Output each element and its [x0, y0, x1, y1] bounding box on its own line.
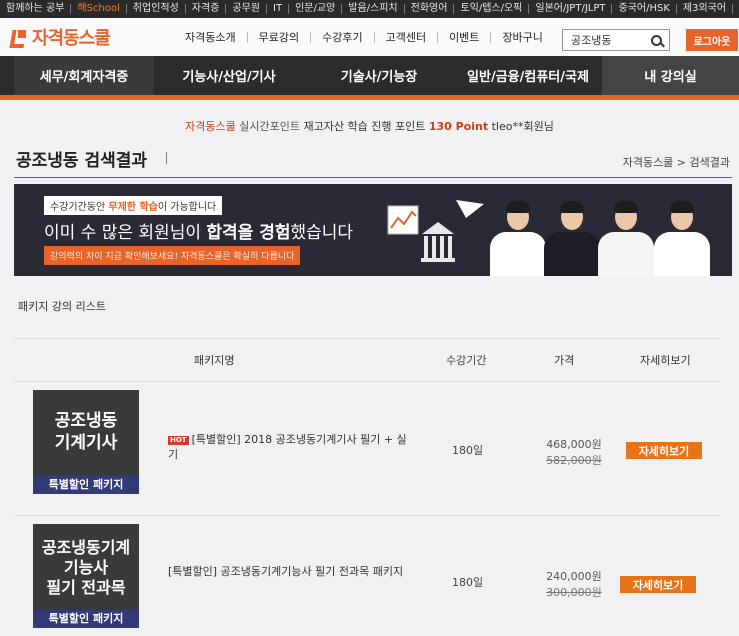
package-name[interactable]: [특별할인] 공조냉동기계기능사 필기 전과목 패키지 — [168, 564, 408, 579]
section-label: 패키지 강의 리스트 — [18, 300, 106, 313]
package-price: 468,000원 582,000원 — [534, 436, 614, 468]
header-period: 수강기간 — [446, 354, 487, 367]
thumbnail-title-line: 공조냉동 — [54, 411, 118, 431]
category-technician[interactable]: 기능사/산업/기사 — [154, 56, 304, 95]
topbar-item[interactable]: 해School — [71, 4, 127, 14]
banner-top-post: 이 가능합니다 — [157, 202, 217, 213]
model-person-3 — [598, 201, 654, 276]
banner-main-bold: 합격을 경험 — [206, 223, 291, 243]
package-thumbnail[interactable]: 공조냉동기계 기능사 필기 전과목 특별할인 패키지 — [33, 524, 139, 628]
promo-banner[interactable]: 수강기간동안 무제한 학습이 가능합니다 이미 수 많은 회원님이 합격을 경험… — [14, 184, 732, 276]
category-tax-accounting[interactable]: 세무/회계자격증 — [14, 56, 154, 95]
header-detail: 자세히보기 — [640, 354, 691, 367]
category-professional-engineer[interactable]: 기술사/기능장 — [304, 56, 454, 95]
chart-board-icon — [387, 205, 419, 235]
topbar-item[interactable]: 중국어/HSK — [612, 4, 677, 14]
package-period: 180일 — [452, 444, 484, 457]
banner-illustration — [387, 200, 484, 262]
price-original: 582,000원 — [546, 454, 602, 467]
nav-item-free-lecture[interactable]: 무료강의 — [248, 31, 312, 43]
ticker-user: tleo**회원님 — [491, 120, 554, 133]
hot-badge: HOT — [168, 435, 189, 445]
category-nav: 세무/회계자격증 기능사/산업/기사 기술사/기능장 일반/금융/컴퓨터/국제 … — [0, 56, 739, 100]
topbar-item[interactable]: IT — [267, 4, 290, 14]
package-thumbnail[interactable]: 공조냉동 기계기사 특별할인 패키지 — [33, 390, 139, 494]
logo-text: 자격동스쿨 — [32, 28, 111, 49]
topbar-item[interactable]: 함께하는 공부 — [0, 4, 72, 14]
detail-button[interactable]: 자세히보기 — [626, 442, 702, 459]
ticker-message: 재고자산 학습 진행 포인트 — [303, 120, 426, 133]
banner-sub-line: 강의력의 차이 지금 확인해보세요! 자격동스쿨은 확실히 다릅니다 — [44, 246, 301, 265]
category-my-classroom[interactable]: 내 강의실 — [602, 56, 739, 95]
main-nav: 자격동소개 무료강의 수강후기 고객센터 이벤트 장바구니 — [174, 31, 554, 43]
page-title: 공조냉동 검색결과 — [16, 151, 148, 171]
topbar-item[interactable]: 토익/텝스/오픽 — [454, 4, 530, 14]
header-price: 가격 — [554, 354, 575, 367]
ticker-label: 실시간포인트 — [239, 120, 300, 133]
topbar-item[interactable]: 제3외국어 — [677, 4, 734, 14]
table-row: 공조냉동 기계기사 특별할인 패키지 HOT [특별할인] 2018 공조냉동기계… — [14, 382, 720, 516]
page-title-row: 공조냉동 검색결과 자격동스쿨 > 검색결과 — [14, 144, 732, 178]
topbar-item[interactable]: 인문/교양 — [289, 4, 343, 14]
search-input[interactable] — [563, 33, 647, 47]
search-icon[interactable] — [651, 34, 662, 46]
ticker-brand: 자격동스쿨 — [185, 120, 236, 133]
breadcrumb[interactable]: 자격동스쿨 > 검색결과 — [623, 154, 730, 170]
site-logo[interactable]: 자격동스쿨 — [10, 24, 160, 50]
header-package-name: 패키지명 — [194, 354, 235, 367]
thumbnail-label: 특별할인 패키지 — [33, 610, 139, 628]
price-original: 300,000원 — [546, 586, 602, 599]
package-price: 240,000원 300,000원 — [534, 568, 614, 600]
nav-item-customer-center[interactable]: 고객센터 — [375, 31, 439, 43]
model-person-2 — [544, 201, 600, 276]
logo-mark-icon — [10, 28, 28, 46]
nav-item-about[interactable]: 자격동소개 — [174, 31, 248, 43]
ticker-points: 130 Point — [428, 120, 489, 133]
thumbnail-title-line: 공조냉동기계 — [41, 538, 131, 557]
topbar-item[interactable]: 일본어/JPT/JLPT — [529, 4, 613, 14]
model-person-4 — [654, 201, 710, 276]
bank-icon — [422, 222, 454, 234]
thumbnail-title: 공조냉동 기계기사 — [33, 390, 139, 454]
nav-item-events[interactable]: 이벤트 — [438, 31, 492, 43]
banner-main-pre: 이미 수 많은 회원님이 — [44, 223, 207, 243]
thumbnail-title-line: 기능사 — [63, 558, 109, 577]
banner-top-highlight: 무제한 학습 — [108, 202, 158, 213]
package-name-text: [특별할인] 공조냉동기계기능사 필기 전과목 패키지 — [168, 565, 404, 578]
package-period: 180일 — [452, 576, 484, 589]
topbar-item[interactable]: 발음/스피치 — [342, 4, 405, 14]
model-person-1 — [490, 201, 546, 276]
topbar-item[interactable]: 전화영어 — [405, 4, 455, 14]
site-header: 자격동스쿨 자격동소개 무료강의 수강후기 고객센터 이벤트 장바구니 로그아웃 — [0, 18, 739, 56]
package-name[interactable]: HOT [특별할인] 2018 공조냉동기계기사 필기 + 실기 — [168, 432, 408, 462]
topbar-item[interactable]: 취업인적성 — [127, 4, 186, 14]
banner-top-line: 수강기간동안 무제한 학습이 가능합니다 — [44, 196, 223, 215]
search-box — [562, 29, 670, 51]
package-name-text: [특별할인] 2018 공조냉동기계기사 필기 + 실기 — [168, 433, 407, 461]
top-utility-bar: 함께하는 공부 해School 취업인적성 자격증 공무원 IT 인문/교양 발… — [0, 0, 739, 18]
banner-main-post: 했습니다 — [290, 223, 354, 243]
table-row: 공조냉동기계 기능사 필기 전과목 특별할인 패키지 [특별할인] 공조냉동기계… — [14, 516, 720, 636]
banner-top-pre: 수강기간동안 — [50, 202, 109, 213]
thumbnail-title: 공조냉동기계 기능사 필기 전과목 — [33, 524, 139, 598]
package-table-header: 패키지명 수강기간 가격 자세히보기 — [14, 338, 720, 382]
paper-plane-icon — [456, 200, 484, 218]
point-ticker: 자격동스쿨 실시간포인트 재고자산 학습 진행 포인트 130 Point tl… — [0, 118, 739, 134]
thumbnail-label: 특별할인 패키지 — [33, 476, 139, 494]
logout-button[interactable]: 로그아웃 — [686, 29, 738, 51]
title-divider — [166, 152, 167, 164]
banner-main-line: 이미 수 많은 회원님이 합격을 경험했습니다 — [44, 218, 353, 243]
category-general-finance[interactable]: 일반/금융/컴퓨터/국제 — [454, 56, 602, 95]
thumbnail-title-line: 필기 전과목 — [46, 578, 126, 597]
topbar-item[interactable]: 공무원 — [226, 4, 268, 14]
nav-item-reviews[interactable]: 수강후기 — [311, 31, 375, 43]
price-current: 240,000원 — [546, 570, 602, 583]
price-current: 468,000원 — [546, 438, 602, 451]
detail-button[interactable]: 자세히보기 — [620, 576, 696, 593]
nav-item-cart[interactable]: 장바구니 — [491, 32, 553, 43]
thumbnail-title-line: 기계기사 — [54, 433, 118, 453]
topbar-item[interactable]: 자격증 — [186, 4, 227, 14]
